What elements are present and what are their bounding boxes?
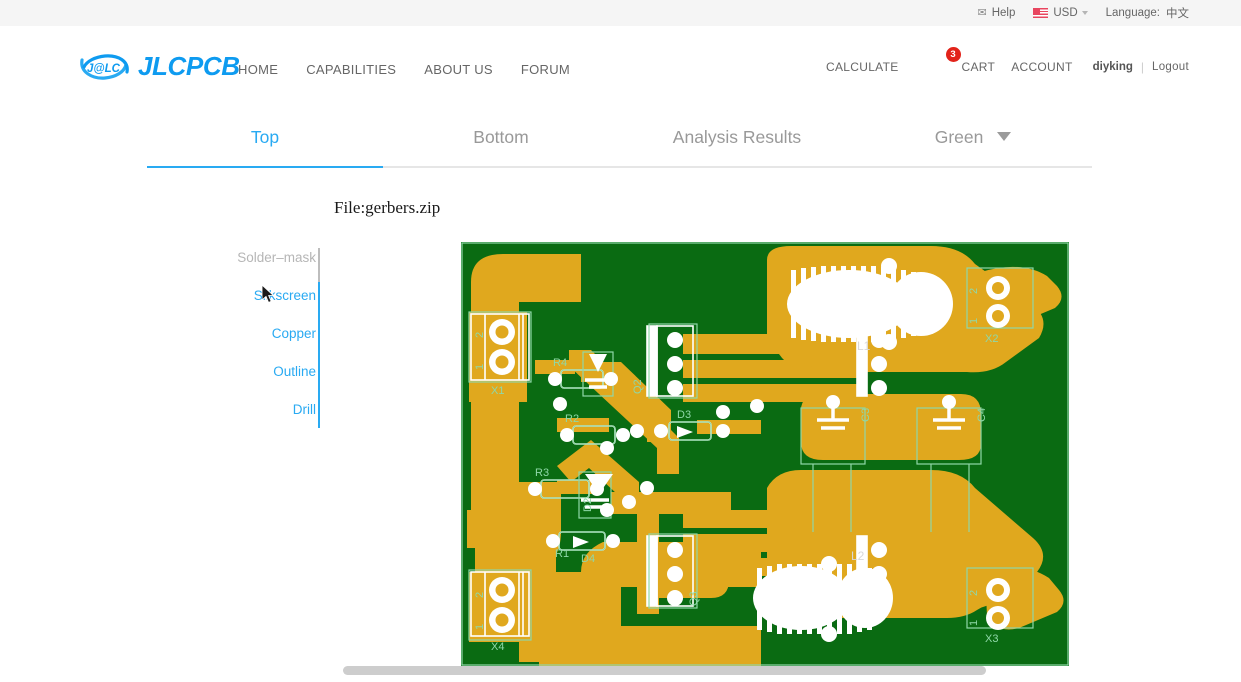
svg-text:X3: X3 [985, 633, 998, 645]
primary-nav: HOME CAPABILITIES ABOUT US FORUM [238, 62, 570, 77]
svg-text:2: 2 [968, 288, 980, 294]
active-tab-indicator [147, 166, 383, 168]
jlc-swoosh-logo: J@LC [78, 52, 131, 82]
svg-text:X1: X1 [491, 385, 504, 397]
layer-item-solder-mask[interactable]: Solder–mask [200, 248, 318, 286]
layer-label: Drill [292, 402, 316, 417]
pcb-gerber-viewer[interactable]: X1 X4 X2 X3 R4 R2 R3 R1 D3 D4 D2 Q2 Q3 C… [461, 242, 1069, 666]
layer-item-silkscreen[interactable]: Silkscreen [200, 286, 318, 324]
svg-text:1: 1 [474, 624, 486, 630]
account-link[interactable]: ACCOUNT [1011, 60, 1072, 74]
separator: | [1140, 60, 1145, 74]
calculate-link[interactable]: CALCULATE [826, 60, 899, 74]
tab-bottom-label: Bottom [473, 127, 529, 147]
tabs-underline [147, 166, 1092, 168]
svg-text:X4: X4 [491, 641, 504, 653]
tab-bottom[interactable]: Bottom [383, 127, 619, 160]
svg-text:C3: C3 [860, 408, 872, 422]
svg-text:2: 2 [474, 332, 486, 338]
pcb-render: X1 X4 X2 X3 R4 R2 R3 R1 D3 D4 D2 Q2 Q3 C… [461, 242, 1069, 666]
layer-item-drill[interactable]: Drill [200, 400, 318, 438]
layers-rail-active [318, 282, 320, 428]
language-value: 中文 [1166, 8, 1189, 20]
svg-text:Q3: Q3 [688, 591, 700, 606]
help-link[interactable]: ✉ Help [977, 7, 1015, 19]
layer-item-copper[interactable]: Copper [200, 324, 318, 362]
nav-item-home[interactable]: HOME [238, 62, 278, 77]
svg-text:D3: D3 [677, 409, 691, 421]
svg-text:L2: L2 [851, 549, 865, 563]
layer-label: Outline [273, 364, 316, 379]
help-label: Help [991, 7, 1016, 19]
cart-label: CART [961, 60, 996, 74]
username-label: diyking [1092, 61, 1133, 73]
layer-item-outline[interactable]: Outline [200, 362, 318, 400]
main-header: J@LC JLCPCB HOME CAPABILITIES ABOUT US F… [0, 26, 1241, 108]
tab-top[interactable]: Top [147, 127, 383, 160]
language-selector[interactable]: Language: 中文 [1106, 5, 1189, 21]
language-label: Language: [1105, 7, 1160, 19]
tab-analysis-results-label: Analysis Results [672, 127, 802, 147]
layer-label: Silkscreen [253, 288, 316, 303]
svg-text:1: 1 [968, 318, 980, 324]
svg-text:X2: X2 [985, 333, 998, 345]
chevron-down-icon [1081, 11, 1088, 15]
svg-text:R3: R3 [535, 467, 549, 479]
header-actions: CALCULATE 3 CART ACCOUNT diyking | Logou… [826, 47, 1241, 74]
viewer-tabs: Top Bottom Analysis Results Green [147, 127, 1092, 167]
nav-item-forum[interactable]: FORUM [521, 62, 570, 77]
cart-button[interactable]: 3 CART [945, 47, 996, 74]
tab-analysis-results[interactable]: Analysis Results [619, 127, 855, 160]
utility-bar: ✉ Help USD Language: 中文 [0, 0, 1241, 26]
horizontal-scrollbar[interactable] [343, 666, 986, 675]
currency-selector[interactable]: USD [1033, 7, 1088, 19]
logo[interactable]: J@LC JLCPCB [78, 51, 240, 82]
svg-text:2: 2 [968, 590, 980, 596]
logo-text: JLCPCB [138, 51, 240, 81]
svg-text:D2: D2 [582, 498, 594, 512]
logout-link[interactable]: Logout [1152, 61, 1189, 73]
svg-text:Q2: Q2 [632, 379, 644, 394]
currency-label: USD [1053, 7, 1078, 19]
us-flag-icon [1033, 8, 1049, 18]
nav-item-about-us[interactable]: ABOUT US [424, 62, 493, 77]
svg-text:J@LC: J@LC [87, 63, 121, 75]
svg-text:C4: C4 [976, 408, 988, 422]
svg-text:1: 1 [968, 620, 980, 626]
file-name-label: File:gerbers.zip [334, 198, 441, 217]
layer-label: Solder–mask [237, 250, 316, 265]
svg-text:D4: D4 [581, 553, 595, 565]
chevron-down-icon [997, 132, 1012, 141]
svg-text:R4: R4 [553, 357, 567, 369]
svg-text:1: 1 [474, 364, 486, 370]
svg-text:R1: R1 [555, 548, 569, 560]
svg-text:L1: L1 [857, 339, 871, 353]
tab-top-label: Top [250, 127, 280, 147]
layer-toggle-list: Solder–mask Silkscreen Copper Outline Dr… [200, 248, 318, 438]
nav-item-capabilities[interactable]: CAPABILITIES [306, 62, 396, 77]
tab-color-selector[interactable]: Green [855, 127, 1091, 160]
layer-label: Copper [271, 326, 316, 341]
cart-badge: 3 [945, 47, 961, 62]
color-selector-label: Green [934, 127, 984, 147]
mail-icon: ✉ [977, 6, 987, 19]
layers-rail [318, 248, 320, 428]
svg-text:R2: R2 [565, 413, 579, 425]
svg-text:2: 2 [474, 592, 486, 598]
